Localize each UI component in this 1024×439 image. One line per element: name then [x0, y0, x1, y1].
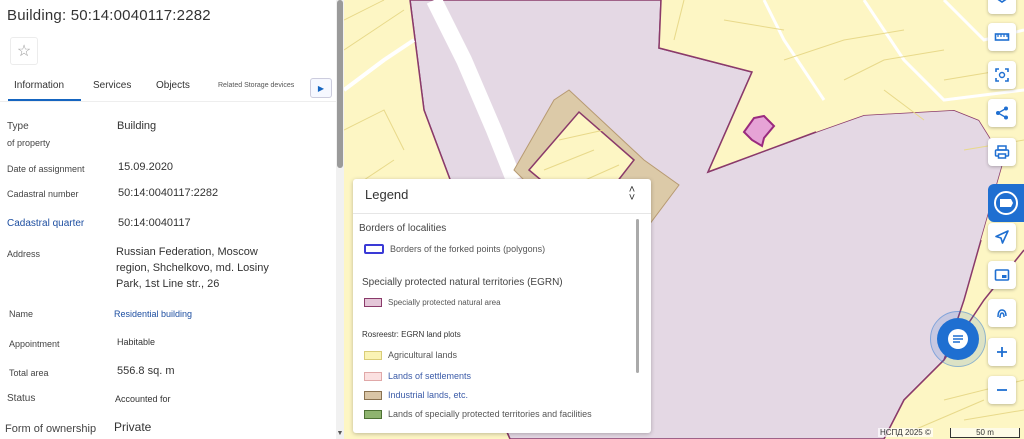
legend-title: Legend [365, 187, 409, 202]
legend-item-label: Borders of the forked points (polygons) [390, 244, 546, 254]
picture-in-picture-icon [994, 269, 1010, 281]
legend-item: Lands of settlements [364, 370, 471, 382]
legend-item-label: Lands of specially protected territories… [388, 409, 592, 419]
favorite-button[interactable]: ☆ [10, 37, 38, 65]
tab-bar: Information Services Objects Related Sto… [0, 74, 336, 102]
legend-swatch [364, 297, 382, 307]
legend-item: Specially protected natural area [364, 296, 501, 308]
type-label: Type [7, 121, 29, 132]
star-icon: ☆ [16, 43, 32, 60]
type-label-line2: of property [7, 138, 51, 148]
locate-button[interactable] [988, 223, 1016, 251]
legend-item-label: Industrial lands, etc. [388, 390, 469, 400]
object-info-panel: Building: 50:14:0040117:2282 ☆ Informati… [0, 0, 336, 439]
scroll-down-arrow-icon[interactable]: ▼ [336, 429, 344, 439]
cadastral-number-label: Cadastral number [7, 189, 79, 199]
panel-title: Building: 50:14:0040117:2282 [7, 7, 211, 24]
ruler-icon [994, 33, 1010, 41]
legend-swatch [364, 390, 382, 400]
legend-divider [353, 213, 651, 214]
map-attribution: НСПД 2025 © [878, 428, 933, 437]
map-scale-bar: 50 m [950, 428, 1020, 438]
legend-group-heading: Rosreestr: EGRN land plots [362, 330, 461, 339]
appointment-label: Appointment [9, 339, 60, 349]
address-line-2: region, Shchelkovo, md. Losiny [116, 262, 269, 274]
legend-swatch [364, 409, 382, 419]
date-value: 15.09.2020 [118, 161, 174, 173]
share-icon [996, 106, 1008, 120]
chat-button[interactable] [937, 318, 979, 360]
legend-group-heading: Borders of localities [359, 223, 447, 234]
cadastral-quarter-label[interactable]: Cadastral quarter [7, 217, 84, 231]
legend-swatch [364, 371, 382, 381]
locate-icon [995, 230, 1009, 244]
legend-item: Borders of the forked points (polygons) [364, 243, 545, 255]
cadastral-quarter-value: 50:14:0040117 [118, 217, 191, 229]
chat-icon [948, 329, 968, 349]
name-label: Name [9, 309, 34, 319]
fingerprint-button[interactable] [988, 299, 1016, 327]
zoom-out-button[interactable] [988, 376, 1016, 404]
chevron-right-icon: ▶ [317, 83, 325, 93]
legend-collapse-button[interactable]: ˄ ˅ [625, 184, 639, 204]
layers-button[interactable] [988, 0, 1016, 14]
active-tab-indicator [8, 99, 81, 101]
ownership-label: Form of ownership [5, 423, 97, 435]
address-line-1: Russian Federation, Moscow [116, 246, 258, 258]
picture-in-picture-button[interactable] [988, 261, 1016, 289]
legend-item: Industrial lands, etc. [364, 389, 468, 401]
services-button[interactable] [988, 184, 1024, 222]
print-button[interactable] [988, 138, 1016, 166]
tabs-scroll-right-button[interactable]: ▶ [310, 78, 332, 98]
cadastral-number-value: 50:14:0040117:2282 [118, 187, 219, 199]
legend-swatch [364, 350, 382, 360]
type-value: Building [117, 120, 157, 132]
zoom-in-icon [997, 347, 1007, 357]
address-line-3: Park, 1st Line str., 26 [116, 278, 220, 290]
zoom-out-icon [997, 389, 1007, 391]
ownership-value: Private [114, 420, 152, 434]
tab-related-storage[interactable]: Related Storage devices [218, 82, 294, 89]
share-button[interactable] [988, 99, 1016, 127]
layers-icon [997, 0, 1007, 3]
print-icon [994, 145, 1010, 159]
legend-item: Lands of specially protected territories… [364, 408, 592, 420]
status-value: Accounted for [115, 394, 171, 404]
select-area-button[interactable] [988, 61, 1016, 89]
legend-item: Agricultural lands [364, 349, 457, 361]
tab-information[interactable]: Information [14, 80, 64, 91]
panel-scrollbar[interactable]: ▼ [336, 0, 344, 439]
panel-scrollbar-thumb[interactable] [337, 0, 343, 168]
ruler-button[interactable] [988, 23, 1016, 51]
total-area-value: 556.8 sq. m [117, 365, 175, 377]
legend-panel: Legend ˄ ˅ Borders of localities Borders … [353, 179, 651, 433]
legend-swatch [364, 244, 384, 254]
fingerprint-icon [997, 309, 1007, 319]
status-label: Status [7, 393, 36, 404]
app-root: Building: 50:14:0040117:2282 ☆ Informati… [0, 0, 1024, 439]
appointment-value: Habitable [117, 337, 156, 347]
select-area-icon [995, 68, 1009, 82]
legend-item-label: Agricultural lands [388, 350, 458, 360]
legend-item-label: Specially protected natural area [388, 297, 501, 307]
zoom-in-button[interactable] [988, 338, 1016, 366]
legend-group-heading: Specially protected natural territories … [362, 277, 563, 288]
date-label: Date of assignment [7, 164, 85, 174]
tab-objects[interactable]: Objects [156, 80, 190, 91]
name-value[interactable]: Residential building [114, 306, 192, 322]
legend-scrollbar[interactable] [636, 219, 639, 373]
legend-item-label: Lands of settlements [388, 371, 472, 381]
tab-services[interactable]: Services [93, 80, 131, 91]
address-label: Address [7, 249, 41, 259]
services-icon [994, 191, 1018, 215]
total-area-label: Total area [9, 368, 49, 378]
collapse-chevrons-icon: ˄ ˅ [628, 184, 636, 204]
